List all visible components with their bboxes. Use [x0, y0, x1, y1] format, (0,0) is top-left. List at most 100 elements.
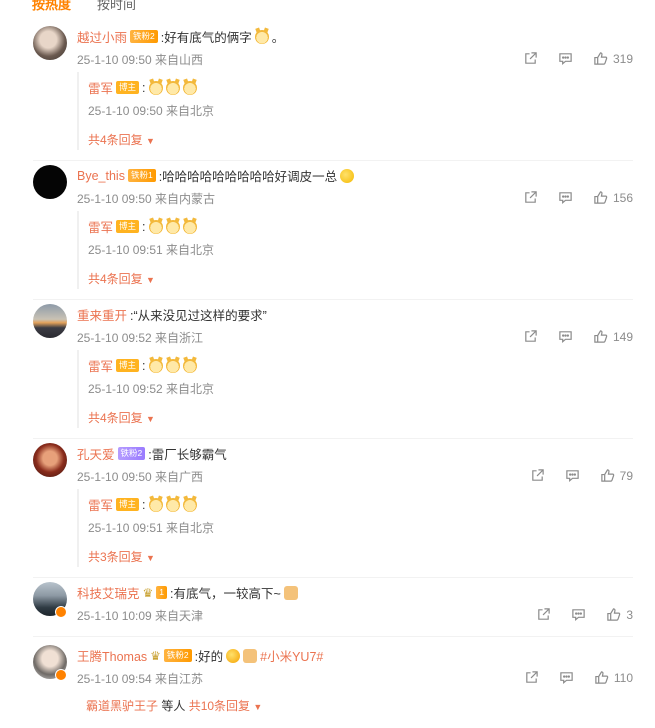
share-icon: [531, 469, 544, 481]
comment-button[interactable]: [559, 670, 574, 685]
like-button[interactable]: 3: [606, 607, 633, 622]
username[interactable]: 王腾Thomas: [77, 646, 147, 665]
thumbs-up-emoji-icon: [243, 648, 258, 663]
reply-meta: 25-1-10 09:51 来自北京: [88, 521, 215, 535]
divider: [33, 299, 633, 300]
sly-face-emoji-icon: [340, 168, 355, 183]
username[interactable]: Bye_this: [77, 169, 125, 183]
share-button[interactable]: [523, 190, 538, 205]
username[interactable]: 重来重开: [77, 305, 127, 324]
cat-emoji-icon: [182, 358, 197, 373]
fan-badge[interactable]: 铁粉2: [130, 30, 158, 43]
comment-meta: 25-1-10 09:50 来自广西: [77, 470, 204, 484]
thumbs-up-icon: [607, 608, 621, 621]
comment-line: 科技艾瑞克 ♛ 1 :有底气，一较高下~: [77, 583, 298, 602]
comment-button[interactable]: [558, 190, 573, 205]
chevron-down-icon: ▼: [253, 702, 263, 712]
fan-badge[interactable]: 铁粉2: [117, 447, 146, 460]
share-button[interactable]: [530, 468, 545, 483]
more-replies-label: 共4条回复: [88, 411, 143, 425]
chevron-down-icon: ▼: [146, 553, 155, 563]
more-replies-link[interactable]: 共4条回复 ▼: [88, 270, 155, 287]
cat-emoji-icon: [182, 80, 197, 95]
share-icon: [525, 330, 537, 342]
share-button[interactable]: [523, 329, 538, 344]
comment-meta: 25-1-10 10:09 来自天津: [77, 609, 204, 623]
cat-emoji-icon: [165, 497, 180, 512]
comment-icon: [559, 192, 572, 204]
comment-actions: 156: [523, 190, 633, 205]
share-icon: [525, 52, 537, 64]
like-count: 79: [619, 468, 633, 483]
host-badge: 博主: [116, 220, 140, 233]
avatar[interactable]: [33, 443, 67, 477]
comment-actions: 79: [530, 468, 633, 483]
share-button[interactable]: [524, 670, 539, 685]
like-button[interactable]: 156: [593, 190, 633, 205]
like-count: 3: [626, 607, 633, 622]
comment-text-suffix: 。: [271, 31, 285, 45]
comment-button[interactable]: [558, 51, 573, 66]
comment-meta: 25-1-10 09:52 来自浙江: [77, 331, 204, 345]
chevron-down-icon: ▼: [146, 136, 155, 146]
reply-preview-user[interactable]: 霸道黑驴王子: [86, 699, 158, 713]
comment-icon: [559, 331, 572, 343]
username[interactable]: 科技艾瑞克: [77, 583, 140, 602]
host-badge: 博主: [116, 498, 140, 511]
comment-actions: 110: [524, 670, 633, 685]
cat-emoji-icon: [182, 219, 197, 234]
share-button[interactable]: [536, 607, 551, 622]
cat-emoji-icon: [148, 219, 163, 234]
avatar[interactable]: [33, 26, 67, 60]
reply-username[interactable]: 雷军: [88, 78, 113, 97]
like-button[interactable]: 319: [593, 51, 633, 66]
more-replies-label: 共3条回复: [88, 550, 143, 564]
cat-emoji-icon: [165, 358, 180, 373]
cat-emoji-icon: [254, 29, 269, 44]
share-icon: [525, 191, 537, 203]
share-icon: [538, 608, 551, 620]
reply-line: 雷军 博主 :: [88, 356, 197, 375]
topic-link[interactable]: #小米YU7#: [260, 646, 323, 665]
reply-username[interactable]: 雷军: [88, 356, 113, 375]
reply-box: 雷军 博主 : 25-1-10 09:51 来自北京 共3条回复 ▼: [77, 489, 227, 567]
avatar[interactable]: [33, 165, 67, 199]
comment-button[interactable]: [571, 607, 586, 622]
username[interactable]: 越过小雨: [77, 27, 127, 46]
comment-button[interactable]: [558, 329, 573, 344]
tab-time[interactable]: 按时间: [97, 0, 136, 12]
more-replies-label: 共4条回复: [88, 272, 143, 286]
more-replies-label: 共4条回复: [88, 133, 143, 147]
tab-hot[interactable]: 按热度: [32, 0, 71, 12]
divider: [33, 636, 633, 637]
comment-actions: 149: [523, 329, 633, 344]
chevron-down-icon: ▼: [146, 275, 155, 285]
like-button[interactable]: 79: [600, 468, 633, 483]
comment-button[interactable]: [565, 468, 580, 483]
comment-line: Bye_this 铁粉1 :哈哈哈哈哈哈哈哈哈好调皮一总: [77, 166, 355, 185]
comment-icon: [559, 53, 572, 65]
like-button[interactable]: 110: [594, 670, 633, 685]
reply-username[interactable]: 雷军: [88, 217, 113, 236]
comment-meta: 25-1-10 09:54 来自江苏: [77, 672, 204, 686]
reply-preview-mid: 等人: [158, 699, 189, 713]
verified-icon: [55, 606, 67, 618]
avatar[interactable]: [33, 304, 67, 338]
reply-line: 雷军 博主 :: [88, 217, 197, 236]
divider: [33, 160, 633, 161]
more-replies-link[interactable]: 霸道黑驴王子 等人 共10条回复 ▼: [86, 697, 262, 714]
like-button[interactable]: 149: [593, 329, 633, 344]
reply-box: 雷军 博主 : 25-1-10 09:50 来自北京 共4条回复 ▼: [77, 72, 227, 150]
thumbs-up-icon: [600, 469, 614, 482]
fan-badge[interactable]: 1: [156, 586, 168, 599]
comment-actions: 319: [523, 51, 633, 66]
reply-username[interactable]: 雷军: [88, 495, 113, 514]
share-button[interactable]: [523, 51, 538, 66]
more-replies-link[interactable]: 共4条回复 ▼: [88, 409, 155, 426]
fan-badge[interactable]: 铁粉2: [163, 649, 192, 662]
fan-badge[interactable]: 铁粉1: [127, 169, 156, 182]
more-replies-link[interactable]: 共4条回复 ▼: [88, 131, 155, 148]
thumbs-up-icon: [595, 671, 609, 684]
more-replies-link[interactable]: 共3条回复 ▼: [88, 548, 155, 565]
username[interactable]: 孔天爱: [77, 444, 115, 463]
